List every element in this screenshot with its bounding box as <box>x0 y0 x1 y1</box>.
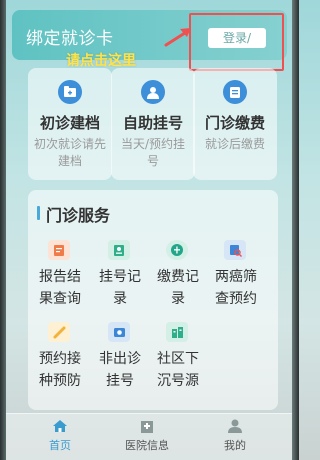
tab-label: 我的 <box>224 439 246 452</box>
service-label: 两癌筛查预约 <box>215 269 257 307</box>
user-icon <box>228 419 242 433</box>
report-icon <box>48 240 70 260</box>
folder-icon <box>58 80 82 104</box>
vaccine-icon <box>48 322 70 342</box>
doctor-icon <box>141 80 165 104</box>
device-bezel-right <box>292 0 299 460</box>
service-label: 缴费记录 <box>157 269 199 307</box>
payment-icon <box>223 80 247 104</box>
screening-icon <box>224 240 246 260</box>
tab-home[interactable]: 首页 <box>30 419 90 453</box>
bind-card-title: 绑定就诊卡 <box>26 29 114 49</box>
quick-card-subtitle: 初次就诊请先建档 <box>34 137 107 168</box>
tab-label: 首页 <box>49 439 71 452</box>
section-accent-bar <box>37 206 40 220</box>
annotation-text: 请点击这里 <box>66 53 136 69</box>
quick-card-title: 门诊缴费 <box>204 114 265 132</box>
tab-label: 医院信息 <box>125 439 169 452</box>
device-bezel-left <box>0 0 6 460</box>
service-label: 挂号记录 <box>99 269 141 307</box>
service-label: 非出诊挂号 <box>99 351 141 389</box>
community-icon <box>166 322 188 342</box>
quick-card-self-registration[interactable]: 自助挂号 当天/预约挂号 <box>111 68 195 180</box>
camera-icon <box>108 322 130 342</box>
quick-card-title: 初诊建档 <box>39 114 100 132</box>
quick-card-first-visit[interactable]: 初诊建档 初次就诊请先建档 <box>28 68 112 180</box>
hospital-icon <box>141 421 153 433</box>
annotation-arrow-icon <box>164 28 191 47</box>
quick-card-subtitle: 当天/预约挂号 <box>120 137 186 168</box>
quick-card-title: 自助挂号 <box>122 114 183 132</box>
quick-card-subtitle: 就诊后缴费 <box>204 137 265 151</box>
home-icon <box>53 420 67 432</box>
tab-mine[interactable]: 我的 <box>205 419 265 453</box>
registration-record-icon <box>108 240 130 260</box>
annotation-highlight-box <box>189 13 284 71</box>
payment-record-icon <box>166 240 188 260</box>
section-title: 门诊服务 <box>46 206 111 225</box>
service-label: 社区下沉号源 <box>157 351 199 389</box>
service-label: 报告结果查询 <box>39 269 81 307</box>
service-label: 预约接种预防 <box>39 351 81 389</box>
tab-hospital-info[interactable]: 医院信息 <box>117 419 177 453</box>
quick-card-payment[interactable]: 门诊缴费 就诊后缴费 <box>193 68 277 180</box>
